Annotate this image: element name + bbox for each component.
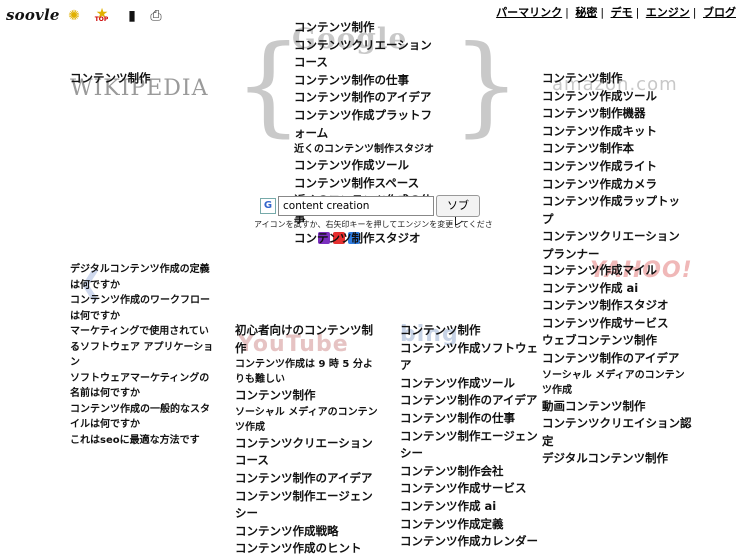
sparkle-icon[interactable]: ✺	[64, 6, 84, 26]
search-input[interactable]	[278, 196, 434, 216]
secret-link[interactable]: 秘密	[575, 6, 597, 19]
google-result[interactable]: コンテンツ作成ツール	[294, 157, 440, 175]
wikipedia-results: コンテンツ制作	[70, 70, 220, 88]
google-result[interactable]: コンテンツ制作	[294, 19, 440, 37]
youtube-result[interactable]: ソーシャル メディアのコンテンツ作成	[235, 405, 379, 435]
google-result[interactable]: コンテンツ制作の仕事	[294, 72, 440, 90]
google-result[interactable]: コンテンツ制作スペース	[294, 175, 440, 193]
amazon-result[interactable]: コンテンツクリエーション プランナー	[542, 228, 688, 263]
amazon-result[interactable]: コンテンツ作成ツール	[542, 88, 688, 106]
amazon-result[interactable]: コンテンツ制作本	[542, 140, 688, 158]
google-result[interactable]: コンテンツ制作スタジオ	[294, 230, 440, 248]
permalink-link[interactable]: パーマリンク	[496, 6, 562, 19]
youtube-result[interactable]: コンテンツ制作エージェンシー	[235, 488, 379, 523]
printer-icon[interactable]: ⎙	[146, 6, 166, 26]
bing-result[interactable]: コンテンツ作成サービス	[400, 480, 542, 498]
engine-link[interactable]: エンジン	[646, 6, 690, 19]
answers-result[interactable]: コンテンツ作成の一般的なスタイルは何ですか	[70, 402, 218, 433]
answers-result[interactable]: マーケティングで使用されているソフトウェア アプリケーション	[70, 324, 218, 371]
answers-result[interactable]: コンテンツ作成のワークフローは何ですか	[70, 293, 218, 324]
book-icon[interactable]: ▮	[122, 6, 142, 26]
bing-result[interactable]: コンテンツ制作のアイデア	[400, 392, 542, 410]
search-button[interactable]: ソブレ	[436, 195, 480, 228]
yahoo-result[interactable]: コンテンツ制作スタジオ	[542, 297, 692, 315]
youtube-result[interactable]: コンテンツ作成戦略	[235, 523, 379, 541]
youtube-result[interactable]: コンテンツクリエーション コース	[235, 435, 379, 470]
bing-result[interactable]: コンテンツ作成 ai	[400, 498, 542, 516]
right-brace-icon: }	[452, 23, 521, 148]
top-badge: TOP	[94, 16, 109, 23]
yahoo-result[interactable]: コンテンツクリエイション認定	[542, 415, 692, 450]
amazon-result[interactable]: コンテンツ作成ラップトップ	[542, 193, 688, 228]
left-brace-icon: {	[234, 23, 303, 148]
youtube-result[interactable]: コンテンツ制作のアイデア	[235, 470, 379, 488]
youtube-result[interactable]: コンテンツ作成は 9 時 5 分よりも難しい	[235, 357, 379, 387]
bing-result[interactable]: コンテンツ制作会社	[400, 463, 542, 481]
amazon-result[interactable]: コンテンツ作成キット	[542, 123, 688, 141]
bing-result[interactable]: コンテンツ作成定義	[400, 516, 542, 534]
yahoo-result[interactable]: コンテンツ作成マイル	[542, 262, 692, 280]
yahoo-result[interactable]: コンテンツ作成 ai	[542, 280, 692, 298]
yahoo-result[interactable]: コンテンツ制作のアイデア	[542, 350, 692, 368]
youtube-result[interactable]: コンテンツ制作	[235, 387, 379, 405]
yahoo-result[interactable]: ソーシャル メディアのコンテンツ作成	[542, 368, 692, 398]
answers-result[interactable]: これはseoに最適な方法です	[70, 433, 218, 449]
amazon-result[interactable]: コンテンツ制作機器	[542, 105, 688, 123]
google-result[interactable]: コンテンツ作成プラットフォーム	[294, 107, 440, 142]
yahoo-results: コンテンツ作成マイル コンテンツ作成 ai コンテンツ制作スタジオ コンテンツ作…	[542, 262, 692, 468]
yahoo-result[interactable]: 動画コンテンツ制作	[542, 398, 692, 416]
answers-results: デジタルコンテンツ作成の定義は何ですか コンテンツ作成のワークフローは何ですか …	[70, 262, 218, 448]
bing-result[interactable]: コンテンツ制作の仕事	[400, 410, 542, 428]
blog-link[interactable]: ブログ	[703, 6, 736, 19]
top-links: パーマリンク | 秘密 | デモ | エンジン | ブログ	[496, 6, 736, 19]
wikipedia-result[interactable]: コンテンツ制作	[70, 70, 220, 88]
youtube-result[interactable]: 初心者向けのコンテンツ制作	[235, 322, 379, 357]
google-engine-icon[interactable]: G	[260, 198, 276, 214]
google-result[interactable]: 近くのコンテンツ制作スタジオ	[294, 142, 440, 157]
amazon-result[interactable]: コンテンツ作成カメラ	[542, 176, 688, 194]
bing-result[interactable]: コンテンツ制作	[400, 322, 542, 340]
youtube-results: 初心者向けのコンテンツ制作 コンテンツ作成は 9 時 5 分よりも難しい コンテ…	[235, 322, 379, 558]
demo-link[interactable]: デモ	[611, 6, 633, 19]
bing-result[interactable]: コンテンツ作成ソフトウェア	[400, 340, 542, 375]
bing-result[interactable]: コンテンツ作成ツール	[400, 375, 542, 393]
yahoo-result[interactable]: コンテンツ作成サービス	[542, 315, 692, 333]
google-result[interactable]: コンテンツ制作のアイデア	[294, 89, 440, 107]
amazon-result[interactable]: コンテンツ作成ライト	[542, 158, 688, 176]
bing-results: コンテンツ制作 コンテンツ作成ソフトウェア コンテンツ作成ツール コンテンツ制作…	[400, 322, 542, 551]
amazon-result[interactable]: コンテンツ制作	[542, 70, 688, 88]
youtube-result[interactable]: コンテンツ作成のヒント	[235, 540, 379, 558]
google-result[interactable]: コンテンツクリエーション コース	[294, 37, 440, 72]
search-hint: アイコンを試すか、右矢印キーを押してエンジンを変更してくださ	[254, 220, 493, 229]
answers-result[interactable]: デジタルコンテンツ作成の定義は何ですか	[70, 262, 218, 293]
amazon-results: コンテンツ制作 コンテンツ作成ツール コンテンツ制作機器 コンテンツ作成キット …	[542, 70, 688, 264]
bing-result[interactable]: コンテンツ制作エージェンシー	[400, 428, 542, 463]
soovle-logo[interactable]: soovle	[6, 6, 60, 24]
yahoo-result[interactable]: ウェブコンテンツ制作	[542, 332, 692, 350]
yahoo-result[interactable]: デジタルコンテンツ制作	[542, 450, 692, 468]
answers-result[interactable]: ソフトウェアマーケティングの名前は何ですか	[70, 371, 218, 402]
star-icon[interactable]: ★ TOP	[92, 4, 112, 24]
bing-result[interactable]: コンテンツ作成カレンダー	[400, 533, 542, 551]
